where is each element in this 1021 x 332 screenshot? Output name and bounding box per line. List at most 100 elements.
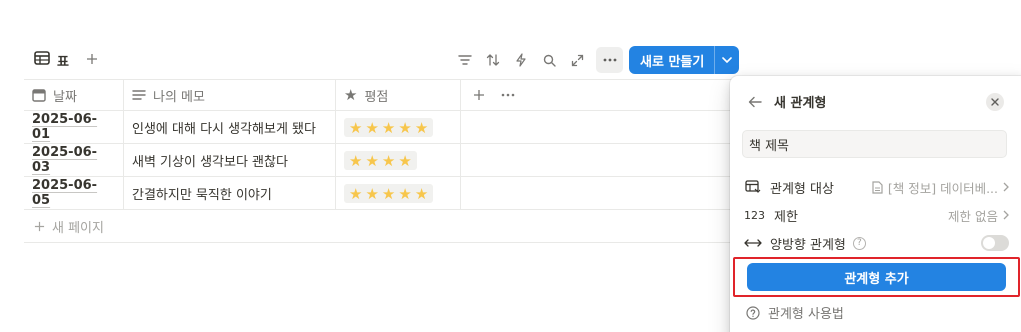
column-header-label: 평점 <box>364 89 389 105</box>
document-icon <box>872 180 883 194</box>
rating-stars: ★ ★ ★ ★ ★ <box>344 117 434 137</box>
star-icon: ★ <box>381 151 396 170</box>
add-relation-button[interactable]: 관계형 추가 <box>747 263 1006 291</box>
limit-label: 제한 <box>774 209 798 225</box>
close-button[interactable] <box>986 93 1004 111</box>
column-header-actions <box>461 80 744 110</box>
add-view-button[interactable] <box>83 50 101 68</box>
rating-cell[interactable]: ★ ★ ★ ★ ★ <box>336 111 461 143</box>
ellipsis-icon <box>603 58 616 62</box>
star-icon: ★ <box>349 184 363 203</box>
date-cell[interactable]: 2025-06-01 <box>24 111 124 143</box>
relation-help-link[interactable]: 관계형 사용법 <box>746 303 844 322</box>
chevron-right-icon <box>1003 182 1009 192</box>
panel-header: 새 관계형 <box>748 92 826 111</box>
new-page-row[interactable]: 새 페이지 <box>24 210 744 243</box>
new-dropdown-button[interactable] <box>715 46 739 74</box>
date-cell[interactable]: 2025-06-03 <box>24 144 124 176</box>
star-icon: ★ <box>398 184 412 203</box>
column-header-label: 나의 메모 <box>153 89 205 105</box>
column-header-rating[interactable]: ★ 평점 <box>336 80 461 110</box>
limit-option[interactable]: 123 제한 제한 없음 <box>744 204 1009 226</box>
star-icon: ★ <box>414 184 429 203</box>
star-icon: ★ <box>365 118 379 137</box>
column-header-date[interactable]: 날짜 <box>24 80 124 110</box>
bidirectional-arrow-icon <box>744 238 762 248</box>
table-row[interactable]: 2025-06-05 간결하지만 묵직한 이야기 ★ ★ ★ ★ ★ <box>24 177 744 210</box>
automation-icon[interactable] <box>510 49 532 71</box>
search-icon[interactable] <box>538 49 560 71</box>
limit-value-wrap: 제한 없음 <box>948 206 1009 225</box>
view-tab-label: 표 <box>57 54 69 70</box>
relation-target-label: 관계형 대상 <box>770 181 834 197</box>
text-lines-icon <box>132 90 146 100</box>
relation-target-value-wrap: [책 정보] 데이터베... <box>872 178 1009 197</box>
table-header-row: 날짜 나의 메모 ★ 평점 <box>24 79 744 111</box>
view-tab-table[interactable]: 표 <box>34 48 69 72</box>
rating-cell[interactable]: ★ ★ ★ ★ <box>336 144 461 176</box>
memo-cell[interactable]: 간결하지만 묵직한 이야기 <box>124 177 336 209</box>
rating-cell[interactable]: ★ ★ ★ ★ ★ <box>336 177 461 209</box>
chevron-down-icon <box>722 57 733 63</box>
relation-name-input[interactable] <box>742 130 1007 158</box>
filter-icon[interactable] <box>454 49 476 71</box>
new-page-label: 새 페이지 <box>52 220 104 236</box>
star-icon: ★ <box>398 118 412 137</box>
relation-target-option[interactable]: 관계형 대상 [책 정보] 데이터베... <box>744 176 1009 198</box>
table-row[interactable]: 2025-06-03 새벽 기상이 생각보다 괜찮다 ★ ★ ★ ★ <box>24 144 744 177</box>
question-circle-icon <box>746 305 760 320</box>
plus-icon <box>87 54 97 64</box>
memo-value: 인생에 대해 다시 생각해보게 됐다 <box>132 121 316 137</box>
limit-value: 제한 없음 <box>948 208 998 224</box>
ellipsis-icon[interactable] <box>501 93 515 97</box>
relation-target-value: [책 정보] 데이터베... <box>887 180 998 196</box>
database-table: 날짜 나의 메모 ★ 평점 2025-06-01 인생에 대해 다시 생각해보게… <box>24 79 744 243</box>
date-cell[interactable]: 2025-06-05 <box>24 177 124 209</box>
chevron-right-icon <box>1003 210 1009 220</box>
expand-icon[interactable] <box>566 49 588 71</box>
database-toolbar: 새로 만들기 <box>454 46 740 74</box>
star-icon: ★ <box>365 151 379 170</box>
empty-cell <box>461 144 744 176</box>
bidirectional-option[interactable]: 양방향 관계형 ? <box>744 232 1009 254</box>
star-icon: ★ <box>349 118 363 137</box>
table-icon <box>34 51 50 69</box>
bidirectional-label: 양방향 관계형 <box>770 237 846 253</box>
memo-cell[interactable]: 인생에 대해 다시 생각해보게 됐다 <box>124 111 336 143</box>
star-icon: ★ <box>365 184 379 203</box>
memo-value: 새벽 기상이 생각보다 괜찮다 <box>132 154 288 170</box>
back-arrow-icon[interactable] <box>748 96 762 108</box>
empty-cell <box>461 177 744 209</box>
memo-value: 간결하지만 묵직한 이야기 <box>132 187 272 203</box>
star-icon: ★ <box>414 118 429 137</box>
help-icon[interactable]: ? <box>852 236 866 250</box>
sort-icon[interactable] <box>482 49 504 71</box>
rating-stars: ★ ★ ★ ★ <box>344 150 417 170</box>
memo-cell[interactable]: 새벽 기상이 생각보다 괜찮다 <box>124 144 336 176</box>
database-icon <box>744 180 762 194</box>
empty-cell <box>461 111 744 143</box>
calendar-icon <box>32 89 46 102</box>
panel-title: 새 관계형 <box>774 96 827 111</box>
star-icon: ★ <box>381 184 396 203</box>
column-header-memo[interactable]: 나의 메모 <box>124 80 336 110</box>
add-property-icon[interactable] <box>473 89 485 101</box>
plus-icon <box>34 221 45 231</box>
number-icon: 123 <box>744 208 765 222</box>
help-link-label: 관계형 사용법 <box>768 307 844 322</box>
date-value: 2025-06-05 <box>32 178 98 208</box>
date-value: 2025-06-03 <box>32 145 98 175</box>
rating-stars: ★ ★ ★ ★ ★ <box>344 183 434 203</box>
table-row[interactable]: 2025-06-01 인생에 대해 다시 생각해보게 됐다 ★ ★ ★ ★ ★ <box>24 111 744 144</box>
new-button[interactable]: 새로 만들기 <box>629 46 716 74</box>
star-icon: ★ <box>381 118 396 137</box>
new-button-group: 새로 만들기 <box>629 46 740 74</box>
close-icon <box>991 98 999 106</box>
bidirectional-toggle[interactable] <box>981 235 1009 251</box>
column-header-label: 날짜 <box>53 89 77 105</box>
star-icon: ★ <box>398 151 412 170</box>
star-icon: ★ <box>349 151 363 170</box>
star-icon: ★ <box>344 86 358 104</box>
date-value: 2025-06-01 <box>32 112 98 142</box>
more-options-button[interactable] <box>596 47 623 73</box>
